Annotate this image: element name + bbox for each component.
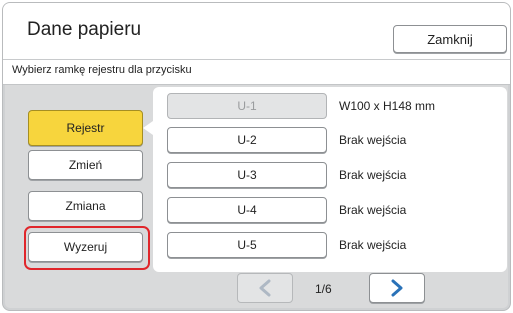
chevron-right-icon xyxy=(391,279,403,297)
slot-button-u4[interactable]: U-4 xyxy=(167,197,327,223)
instruction-bar: Wybierz ramkę rejestru dla przycisku xyxy=(3,60,510,85)
active-pointer xyxy=(143,121,153,135)
slot-status-u2: Brak wejścia xyxy=(339,133,407,147)
prev-page-button[interactable] xyxy=(237,273,293,303)
page-indicator: 1/6 xyxy=(315,282,332,296)
slot-status-u1: W100 x H148 mm xyxy=(339,99,436,113)
slot-status-u4: Brak wejścia xyxy=(339,203,407,217)
swap-button[interactable]: Zmiana xyxy=(28,191,143,221)
close-button[interactable]: Zamknij xyxy=(393,25,507,53)
register-button[interactable]: Rejestr xyxy=(28,110,143,146)
header-bar: Dane papieru Zamknij xyxy=(3,3,510,60)
paper-data-panel: Dane papieru Zamknij Wybierz ramkę rejes… xyxy=(2,2,511,311)
slot-button-u5[interactable]: U-5 xyxy=(167,232,327,258)
slot-status-u3: Brak wejścia xyxy=(339,168,407,182)
slot-button-u1[interactable]: U-1 xyxy=(167,93,327,119)
page-title: Dane papieru xyxy=(27,19,142,40)
slot-status-u5: Brak wejścia xyxy=(339,238,407,252)
instruction-text: Wybierz ramkę rejestru dla przycisku xyxy=(12,64,192,76)
change-button[interactable]: Zmień xyxy=(28,150,143,180)
slot-list: U-1 W100 x H148 mm U-2 Brak wejścia U-3 … xyxy=(153,87,507,272)
chevron-left-icon xyxy=(259,279,271,297)
reset-highlight-frame xyxy=(24,226,150,270)
next-page-button[interactable] xyxy=(369,273,425,303)
slot-button-u3[interactable]: U-3 xyxy=(167,162,327,188)
slot-button-u2[interactable]: U-2 xyxy=(167,127,327,153)
